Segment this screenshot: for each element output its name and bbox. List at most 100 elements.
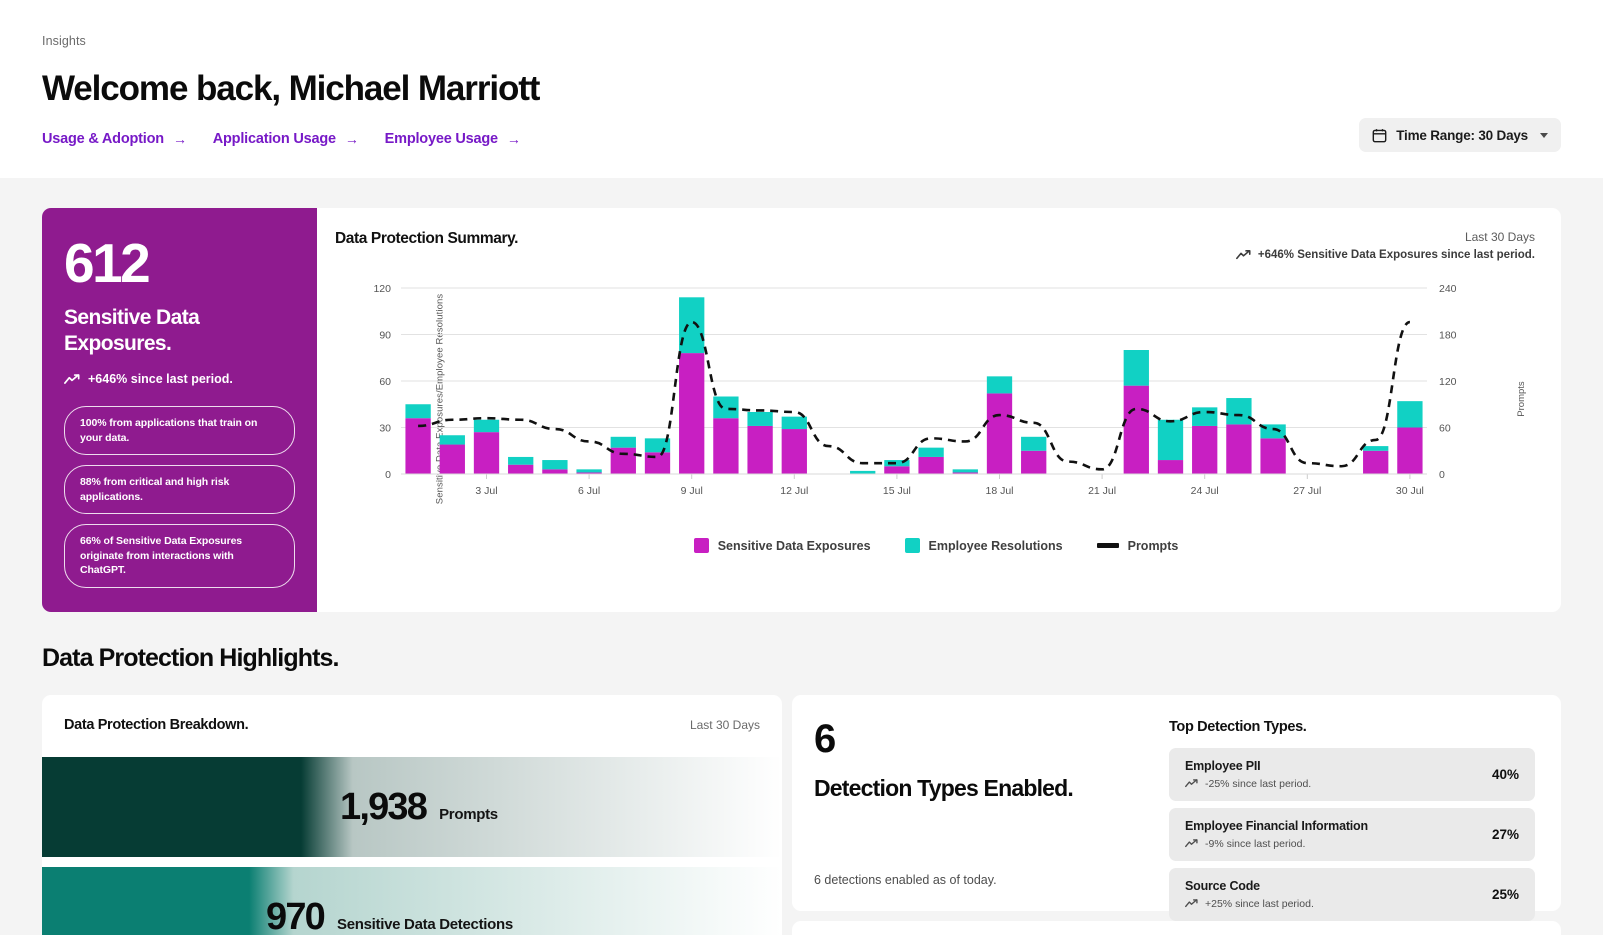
kpi-trend-label: +646% since last period. <box>88 372 233 387</box>
time-range-selector[interactable]: Time Range: 30 Days <box>1359 118 1561 152</box>
funnel-chart: 1,938 Prompts 970 Sensitive Data Detecti… <box>42 756 782 935</box>
detection-types-list: Employee PII -25% since last period. 40%… <box>1169 747 1535 921</box>
page-header: Insights Welcome back, Michael Marriott … <box>0 0 1603 178</box>
svg-text:90: 90 <box>379 330 391 342</box>
legend-item-employee-resolutions[interactable]: Employee Resolutions <box>904 538 1063 553</box>
legend-line-swatch <box>1096 543 1119 548</box>
svg-text:30 Jul: 30 Jul <box>1396 485 1424 497</box>
list-item-main: Employee PII -25% since last period. <box>1185 759 1311 790</box>
kpi-trend: +646% since last period. <box>64 372 295 386</box>
summary-row: 612 Sensitive Data Exposures. +646% sinc… <box>0 178 1603 612</box>
list-item-percentage: 27% <box>1491 826 1519 842</box>
quicklink-label: Application Usage <box>212 131 336 147</box>
funnel-bar-prompts: 1,938 Prompts <box>42 756 782 857</box>
quicklink-label: Employee Usage <box>384 131 498 147</box>
svg-text:24 Jul: 24 Jul <box>1191 485 1219 497</box>
svg-text:3 Jul: 3 Jul <box>475 485 497 497</box>
chart-delta: +646% Sensitive Data Exposures since las… <box>1235 249 1535 261</box>
list-item-trend-label: +25% since last period. <box>1205 897 1314 910</box>
svg-text:12 Jul: 12 Jul <box>780 485 808 497</box>
chart-meta: Last 30 Days +646% Sensitive Data Exposu… <box>1235 230 1535 261</box>
legend-label: Prompts <box>1127 538 1179 553</box>
svg-text:30: 30 <box>379 423 391 435</box>
svg-text:60: 60 <box>379 376 391 388</box>
breakdown-range-label: Last 30 Days <box>689 717 760 732</box>
list-item-main: Employee Financial Information -9% since… <box>1185 819 1368 850</box>
detection-types-footnote: 6 detections enabled as of today. <box>814 872 997 887</box>
list-item[interactable]: Employee Financial Information -9% since… <box>1169 807 1535 861</box>
arrow-right-icon: → <box>506 131 521 147</box>
list-item-name: Employee PII <box>1185 758 1261 773</box>
svg-text:18 Jul: 18 Jul <box>985 485 1013 497</box>
chart-delta-label: +646% Sensitive Data Exposures since las… <box>1257 249 1535 261</box>
breadcrumb: Insights <box>42 34 86 48</box>
svg-text:27 Jul: 27 Jul <box>1293 485 1321 497</box>
quick-links: Usage & Adoption → Application Usage → E… <box>42 131 1561 147</box>
stacked-bar-chart: 0 30 60 90 120 0 60 120 180 240 3 Jul 6 Jul 9 Jul 12 … <box>373 283 1457 497</box>
legend-item-prompts[interactable]: Prompts <box>1096 538 1179 553</box>
quicklink-application-usage[interactable]: Application Usage → <box>213 131 359 147</box>
detection-types-caption: Detection Types Enabled. <box>814 774 1074 801</box>
list-item-percentage: 40% <box>1491 766 1519 782</box>
employee-actions-panel: 24 Top Employee Actions. <box>792 920 1561 935</box>
list-item[interactable]: Source Code +25% since last period. 25% <box>1169 867 1535 921</box>
list-item-percentage: 25% <box>1491 886 1519 902</box>
trend-up-icon <box>1185 839 1198 848</box>
kpi-label: Sensitive Data Exposures. <box>64 306 200 355</box>
data-protection-summary-card: Data Protection Summary. Last 30 Days +6… <box>317 208 1561 612</box>
y2-axis-title: Prompts <box>1515 381 1527 417</box>
svg-text:15 Jul: 15 Jul <box>883 485 911 497</box>
page-title: Welcome back, Michael Marriott <box>42 69 540 108</box>
breakdown-title: Data Protection Breakdown. <box>64 716 249 733</box>
svg-text:120: 120 <box>1439 376 1457 388</box>
svg-text:6 Jul: 6 Jul <box>578 485 600 497</box>
funnel-number: 970 <box>266 895 326 935</box>
highlights-right-column: 6 Detection Types Enabled. 6 detections … <box>792 694 1561 935</box>
quicklink-usage-adoption[interactable]: Usage & Adoption → <box>42 131 187 147</box>
chart-range-label: Last 30 Days <box>1464 230 1535 244</box>
legend-item-sensitive-data-exposures[interactable]: Sensitive Data Exposures <box>693 538 871 553</box>
detection-types-summary: 6 Detection Types Enabled. 6 detections … <box>814 719 1169 887</box>
section-title-highlights: Data Protection Highlights. <box>42 643 339 672</box>
chart-legend: Sensitive Data Exposures Employee Resolu… <box>335 538 1537 553</box>
detection-types-panel: 6 Detection Types Enabled. 6 detections … <box>792 694 1561 921</box>
trend-up-icon <box>1185 899 1198 908</box>
svg-text:60: 60 <box>1439 423 1451 435</box>
svg-text:0: 0 <box>385 469 391 481</box>
svg-text:120: 120 <box>373 283 391 295</box>
top-detection-types-title: Top Detection Types. <box>1169 718 1307 735</box>
insights-dashboard: Insights Welcome back, Michael Marriott … <box>0 0 1603 935</box>
chart-plot-area: Sensitive Data Exposures/Employee Resolu… <box>335 274 1537 524</box>
legend-swatch <box>904 538 920 553</box>
trend-up-icon <box>64 373 80 384</box>
svg-text:180: 180 <box>1439 330 1457 342</box>
list-item-trend-label: -25% since last period. <box>1205 777 1312 790</box>
legend-swatch <box>693 538 709 553</box>
kpi-pill: 100% from applications that train on you… <box>64 406 295 456</box>
list-item-trend: -9% since last period. <box>1185 838 1368 850</box>
data-protection-breakdown-card: Data Protection Breakdown. Last 30 Days <box>42 694 782 935</box>
highlights-row: Data Protection Breakdown. Last 30 Days <box>0 673 1603 935</box>
funnel-label: Sensitive Data Detections <box>337 915 513 933</box>
list-item-name: Employee Financial Information <box>1185 818 1368 833</box>
kpi-pill: 88% from critical and high risk applicat… <box>64 465 295 515</box>
detection-types-count: 6 <box>814 716 836 761</box>
calendar-icon <box>1372 128 1387 142</box>
funnel-label-group: 970 Sensitive Data Detections <box>42 898 513 935</box>
chevron-down-icon <box>1540 132 1548 138</box>
kpi-number: 612 <box>64 232 151 294</box>
breakdown-header: Data Protection Breakdown. Last 30 Days <box>42 717 782 733</box>
kpi-pill-list: 100% from applications that train on you… <box>64 406 295 588</box>
list-item-trend-label: -9% since last period. <box>1205 837 1306 850</box>
svg-text:21 Jul: 21 Jul <box>1088 485 1116 497</box>
list-item[interactable]: Employee PII -25% since last period. 40% <box>1169 747 1535 801</box>
quicklink-label: Usage & Adoption <box>42 131 164 147</box>
svg-text:9 Jul: 9 Jul <box>681 485 703 497</box>
funnel-label: Prompts <box>439 805 498 823</box>
list-item-trend: +25% since last period. <box>1185 898 1314 910</box>
quicklink-employee-usage[interactable]: Employee Usage → <box>385 131 521 147</box>
time-range-label: Time Range: 30 Days <box>1396 127 1528 143</box>
arrow-right-icon: → <box>344 131 359 147</box>
top-detection-types: Top Detection Types. Employee PII -25% s… <box>1169 718 1535 921</box>
arrow-right-icon: → <box>172 131 187 147</box>
